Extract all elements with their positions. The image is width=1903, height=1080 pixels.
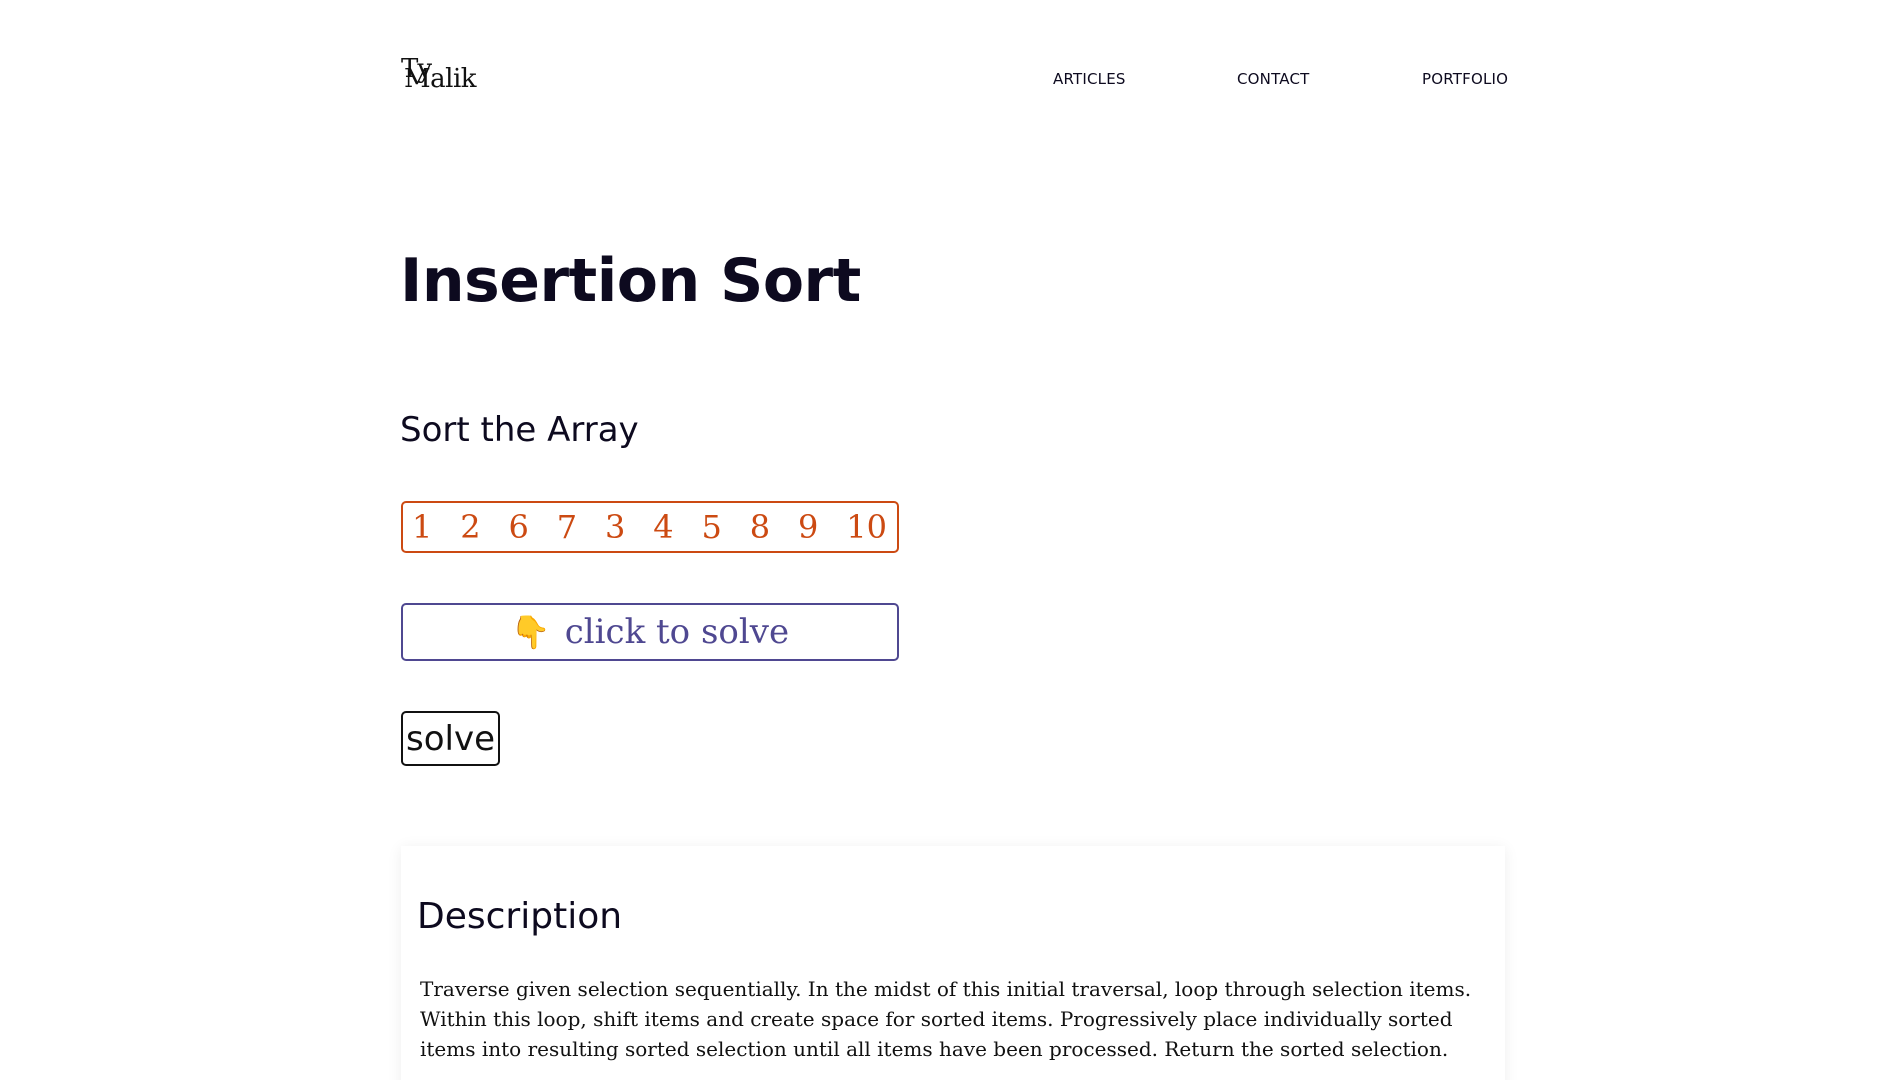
nav-link-portfolio[interactable]: PORTFOLIO bbox=[1422, 70, 1508, 88]
pointing-down-hand-icon: 👇 bbox=[510, 613, 551, 651]
page-title: Insertion Sort bbox=[400, 246, 861, 316]
nav-link-contact[interactable]: CONTACT bbox=[1237, 70, 1310, 88]
main-nav: ARTICLES CONTACT PORTFOLIO bbox=[0, 70, 1903, 90]
array-item: 3 bbox=[605, 508, 626, 546]
description-card: Description Traverse given selection seq… bbox=[401, 846, 1505, 1080]
description-text: Traverse given selection sequentially. I… bbox=[420, 977, 1472, 1061]
array-item: 4 bbox=[653, 508, 674, 546]
array-item: 6 bbox=[508, 508, 529, 546]
page: Ty Malik ARTICLES CONTACT PORTFOLIO Inse… bbox=[0, 0, 1903, 1080]
section-title: Sort the Array bbox=[400, 410, 639, 450]
nav-link-articles[interactable]: ARTICLES bbox=[1053, 70, 1126, 88]
array-item: 8 bbox=[749, 508, 771, 546]
solve-button[interactable]: solve bbox=[401, 711, 500, 766]
array-item: 1 bbox=[412, 508, 433, 546]
array-display: 1 2 6 7 3 4 5 8 9 10 bbox=[401, 501, 899, 553]
click-to-solve-button[interactable]: 👇 click to solve bbox=[401, 603, 899, 661]
description-title: Description bbox=[417, 896, 623, 937]
array-item: 7 bbox=[556, 508, 578, 546]
array-item: 9 bbox=[798, 508, 819, 546]
array-item: 2 bbox=[460, 508, 481, 546]
array-item: 5 bbox=[701, 508, 722, 546]
click-to-solve-label: click to solve bbox=[564, 612, 790, 652]
array-item: 10 bbox=[846, 508, 887, 546]
